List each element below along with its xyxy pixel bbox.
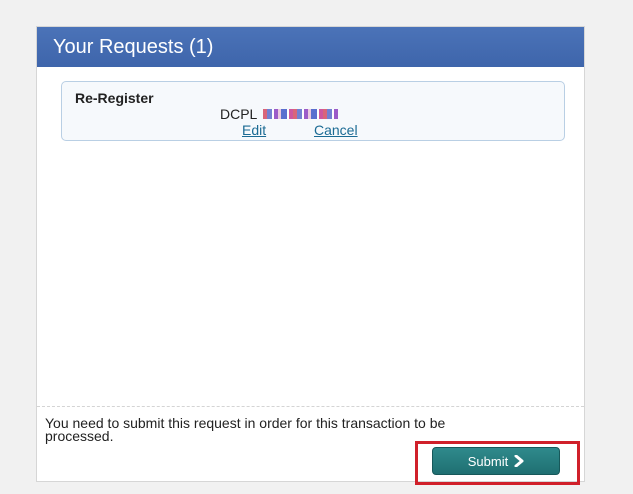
chevron-right-icon: [514, 455, 524, 467]
divider: [37, 406, 584, 407]
item-prefix: DCPL: [220, 106, 258, 122]
redacted-identifier: [263, 109, 339, 119]
requests-panel: Your Requests (1) Re-Register DCPL Edit …: [36, 26, 585, 482]
request-type: Re-Register: [75, 90, 154, 106]
cancel-link[interactable]: Cancel: [314, 122, 358, 138]
submit-notice: You need to submit this request in order…: [45, 415, 446, 444]
request-card: Re-Register DCPL Edit Cancel: [61, 81, 565, 141]
request-item: DCPL: [220, 106, 339, 122]
panel-title: Your Requests (1): [37, 27, 584, 67]
submit-label: Submit: [467, 453, 509, 469]
submit-button[interactable]: Submit: [432, 447, 560, 475]
edit-link[interactable]: Edit: [242, 122, 266, 138]
